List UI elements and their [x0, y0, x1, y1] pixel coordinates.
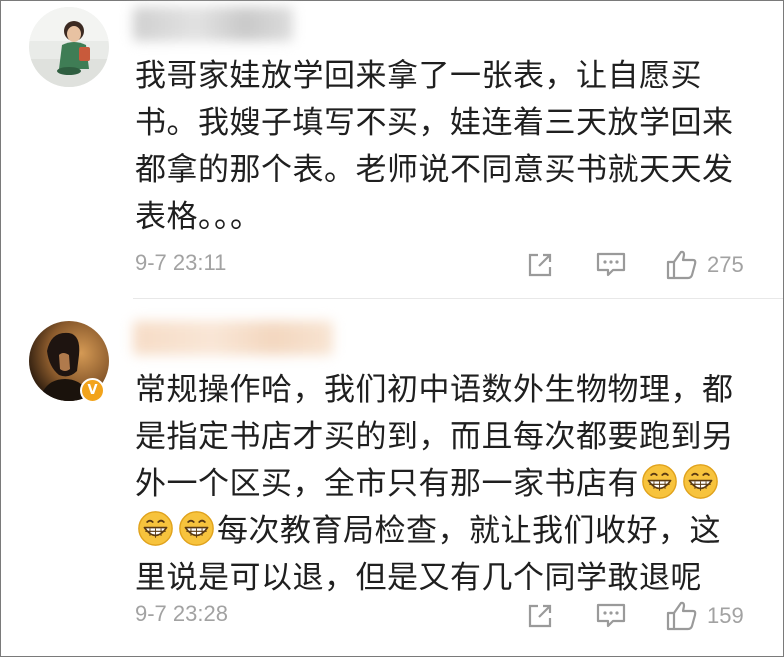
- emoji-group: [680, 464, 721, 502]
- thumbs-up-icon: [666, 601, 697, 631]
- comment-meta: 9-7 23:11 275: [135, 248, 755, 282]
- comment-text-line: 常规操作哈，我们初中语数外生物物理，都: [135, 372, 734, 408]
- comment-text: 我哥家娃放学回来拿了一张表，让自愿买 书。我嫂子填写不买，娃连着三天放学回来 都…: [135, 53, 747, 241]
- thumbs-up-icon: [666, 250, 697, 280]
- username-blurred[interactable]: [133, 321, 333, 355]
- emoji-group: [639, 464, 680, 502]
- comment-icon: [596, 252, 626, 277]
- comment-text: 常规操作哈，我们初中语数外生物物理，都 是指定书店才买的到，而且每次都要跑到另 …: [135, 367, 747, 602]
- comment-text-line: 书。我嫂子填写不买，娃连着三天放学回来: [135, 105, 734, 141]
- comment-item: 我哥家娃放学回来拿了一张表，让自愿买 书。我嫂子填写不买，娃连着三天放学回来 都…: [1, 1, 783, 298]
- timestamp: 9-7 23:28: [135, 601, 228, 626]
- comment-button[interactable]: [595, 248, 627, 282]
- comment-item: V 常规操作哈，我们初中语数外生物物理，都 是指定书店才买的到，而且每次都要跑到…: [1, 299, 783, 656]
- emoji-group: [135, 511, 217, 549]
- like-button[interactable]: 159: [665, 599, 744, 633]
- verified-badge: V: [80, 378, 105, 403]
- comment-text-line: 都拿的那个表。老师说不同意买书就天天发: [135, 152, 734, 188]
- comment-text-line: 每次教育局检查，就让我们收好，这: [217, 513, 721, 549]
- share-button[interactable]: [525, 599, 555, 633]
- share-button[interactable]: [525, 248, 555, 282]
- grinning-face-emoji-icon: [179, 511, 214, 546]
- like-button[interactable]: 275: [665, 248, 744, 282]
- avatar-image: [29, 7, 109, 87]
- comment-text-line: 表格。。。: [135, 199, 262, 235]
- comment-button[interactable]: [595, 599, 627, 633]
- comment-text-line: 我哥家娃放学回来拿了一张表，让自愿买: [135, 58, 702, 94]
- comment-thread: 我哥家娃放学回来拿了一张表，让自愿买 书。我嫂子填写不买，娃连着三天放学回来 都…: [0, 0, 784, 657]
- like-count: 159: [707, 603, 744, 628]
- username-blurred[interactable]: [133, 7, 293, 41]
- grinning-face-emoji-icon: [683, 464, 718, 499]
- like-count: 275: [707, 252, 744, 277]
- comment-meta: 9-7 23:28 159: [135, 599, 755, 633]
- avatar[interactable]: [29, 7, 109, 87]
- grinning-face-emoji-icon: [138, 511, 173, 546]
- timestamp: 9-7 23:11: [135, 250, 227, 275]
- comment-text-line: 外一个区买，全市只有那一家书店有: [135, 466, 639, 502]
- grinning-face-emoji-icon: [642, 464, 677, 499]
- comment-text-line: 里说是可以退，但是又有几个同学敢退呢: [135, 560, 702, 596]
- comment-icon: [596, 603, 626, 628]
- comment-text-line: 是指定书店才买的到，而且每次都要跑到另: [135, 419, 734, 455]
- share-icon: [528, 253, 552, 277]
- share-icon: [528, 604, 552, 628]
